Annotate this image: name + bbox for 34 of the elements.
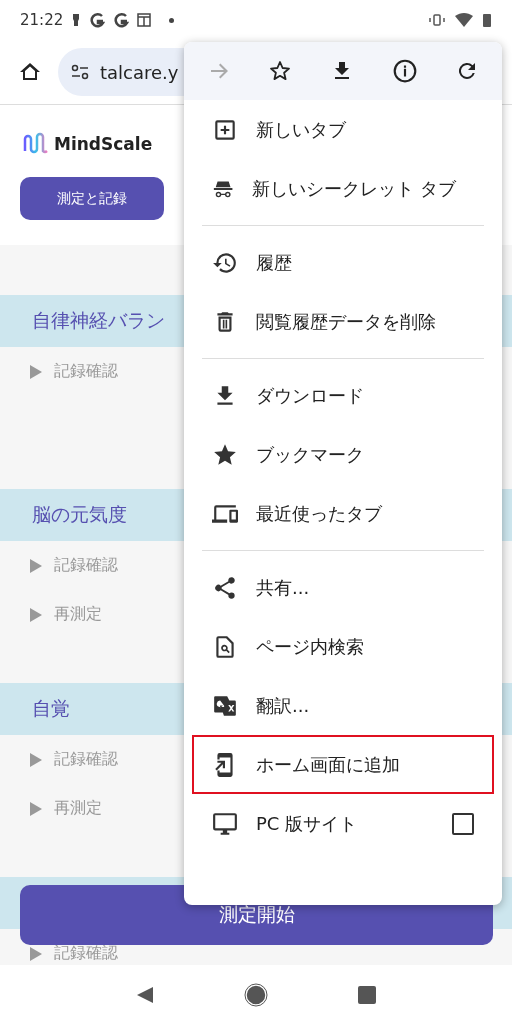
triangle-icon <box>30 801 42 816</box>
menu-item[interactable]: ブックマーク <box>192 425 494 484</box>
menu-item[interactable]: 履歴 <box>192 233 494 292</box>
menu-item[interactable]: 新しいタブ <box>192 100 494 159</box>
menu-item[interactable]: ダウンロード <box>192 366 494 425</box>
triangle-icon <box>30 558 42 573</box>
measure-record-button[interactable]: 測定と記録 <box>20 177 164 220</box>
calendar-icon <box>137 13 152 27</box>
logo-text: MindScale <box>54 134 153 154</box>
notification-dot-icon <box>169 17 175 23</box>
vibrate-icon <box>428 12 446 28</box>
menu-item[interactable]: 共有... <box>192 558 494 617</box>
triangle-icon <box>30 946 42 961</box>
menu-item[interactable]: PC 版サイト <box>192 794 494 853</box>
share-icon <box>212 574 238 601</box>
wifi-icon <box>454 12 474 28</box>
star-outline-icon[interactable] <box>268 59 293 83</box>
home-circle-icon[interactable] <box>244 982 268 1007</box>
triangle-icon <box>30 364 42 379</box>
triangle-icon <box>30 752 42 767</box>
g-letter-icon <box>113 12 130 28</box>
menu-item[interactable]: ホーム画面に追加 <box>192 735 494 794</box>
keyhole-icon <box>71 12 82 28</box>
checkbox[interactable] <box>452 812 474 835</box>
g-letter-icon <box>89 12 106 28</box>
status-time: 21:22 <box>20 11 64 29</box>
info-icon[interactable] <box>391 58 418 84</box>
battery-icon <box>482 12 492 28</box>
menu-item[interactable]: ページ内検索 <box>192 617 494 676</box>
monitor-icon <box>212 810 238 837</box>
recents-icon[interactable] <box>357 984 378 1005</box>
site-settings-icon[interactable] <box>70 62 90 82</box>
menu-item[interactable]: 新しいシークレット タブ <box>192 159 494 218</box>
triangle-icon <box>30 607 42 622</box>
